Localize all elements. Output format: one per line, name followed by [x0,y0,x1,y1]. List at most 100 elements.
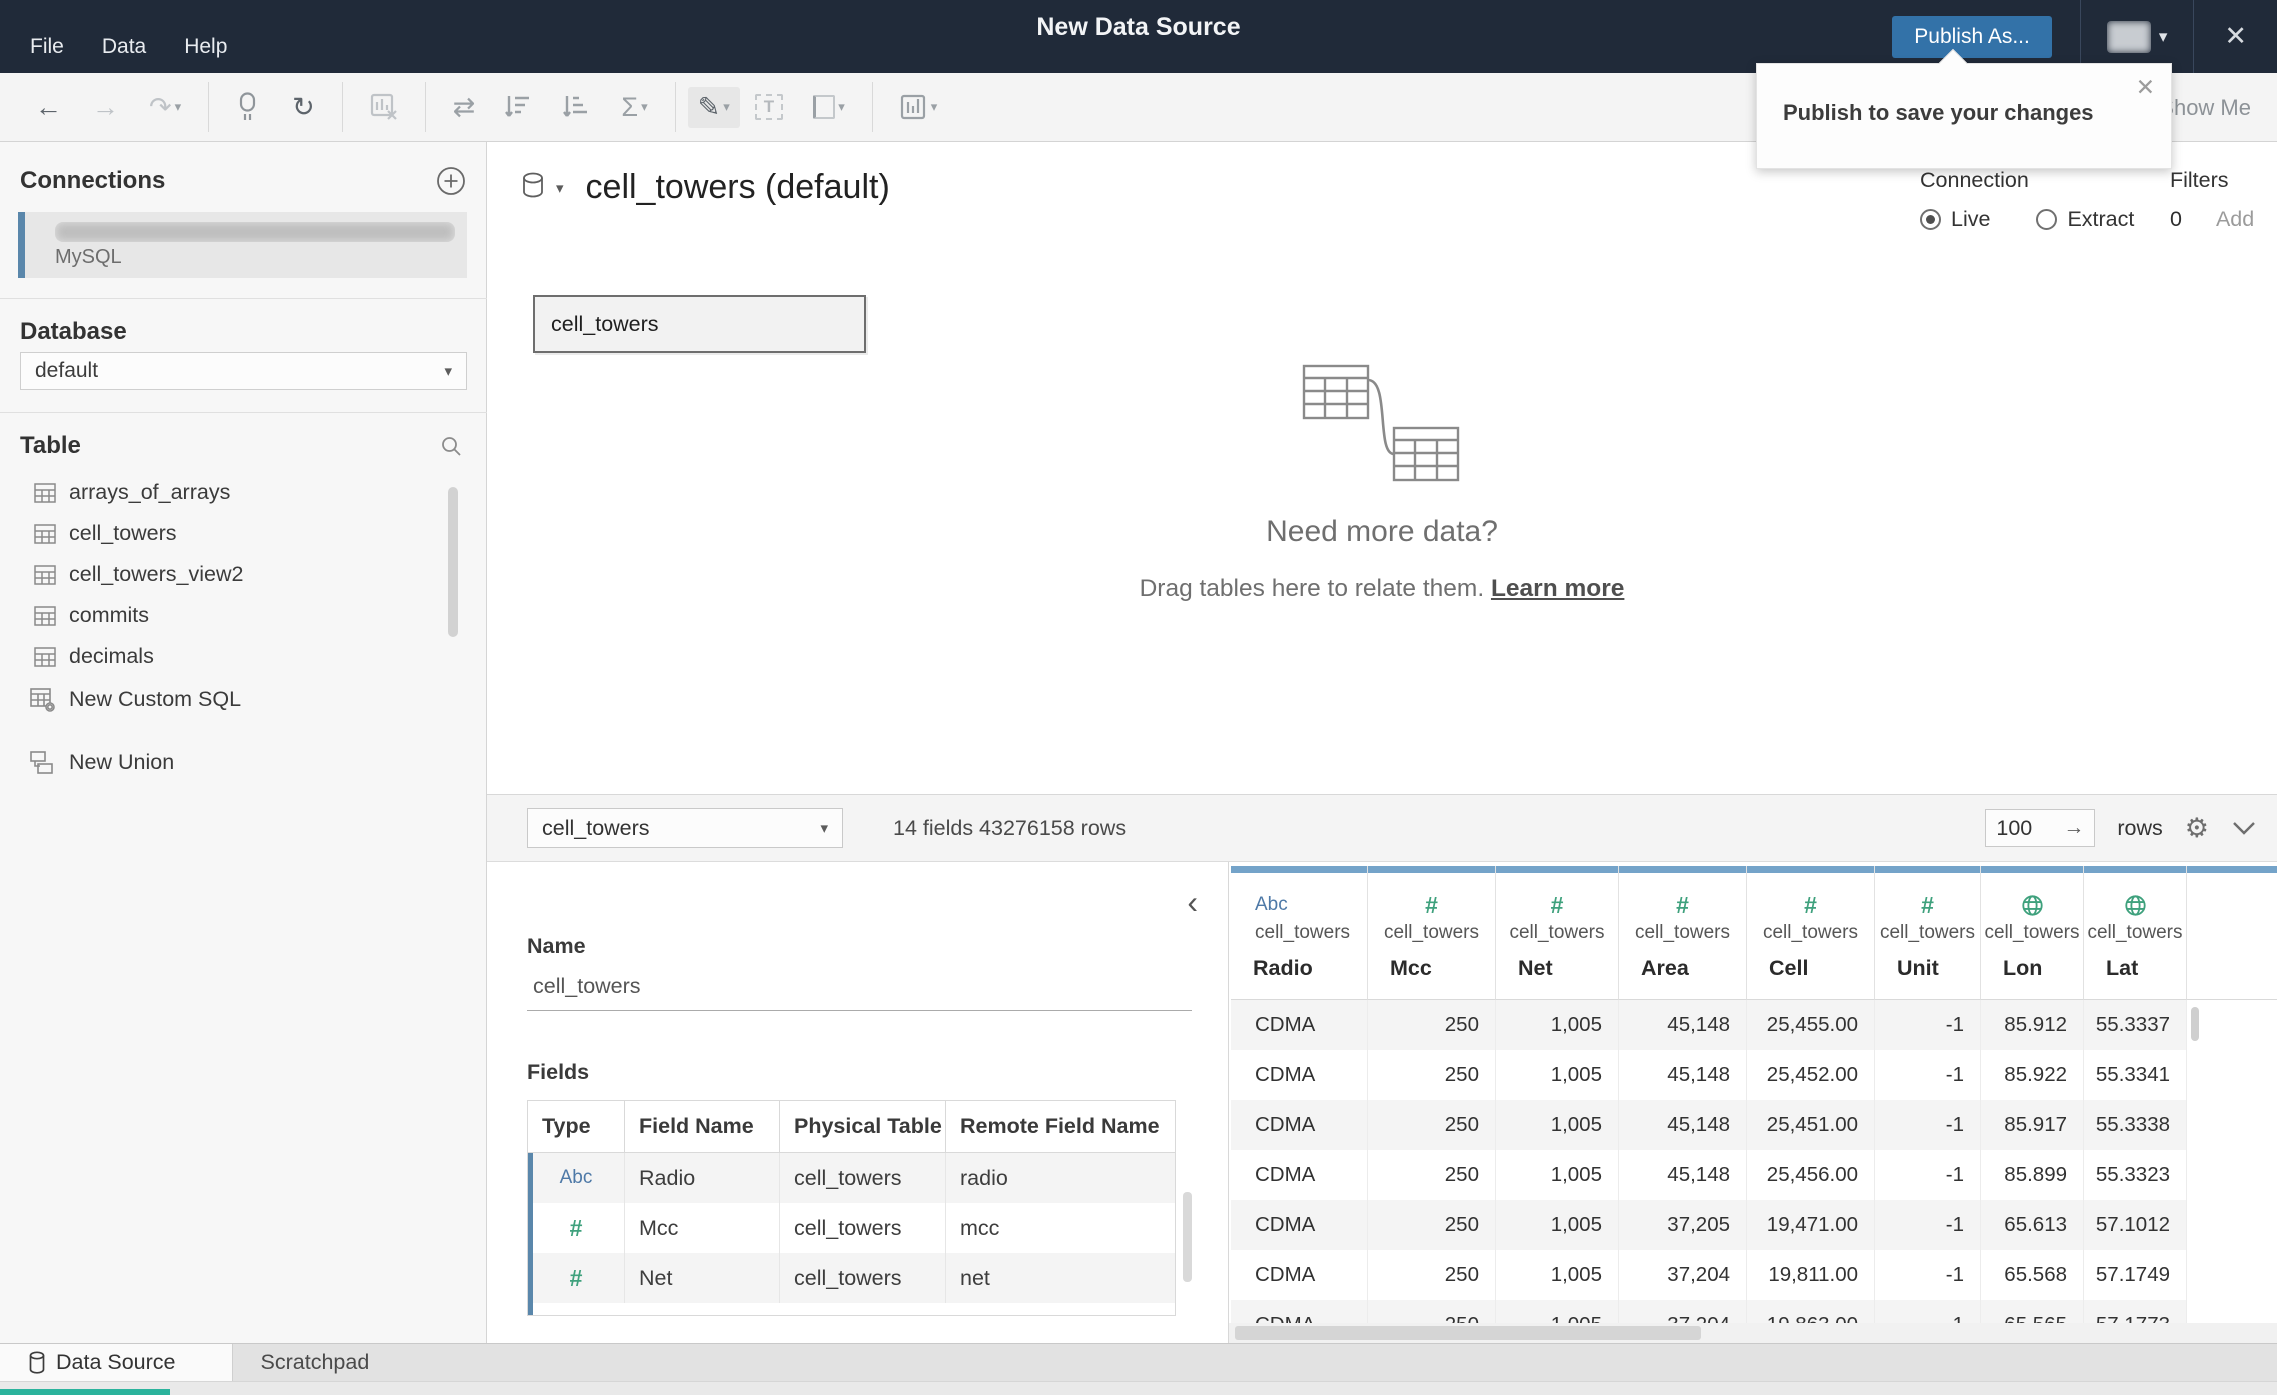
grid-cell: 37,204 [1619,1250,1747,1300]
grid-horizontal-scrollbar[interactable] [1229,1323,2277,1343]
grid-column-header-Area[interactable]: # cell_towers Area [1619,866,1747,1000]
grid-row[interactable]: CDMA 250 1,005 45,148 25,452.00 -1 85.922 55.33… [1231,1050,2187,1100]
number-type-icon: # [1425,891,1438,918]
extract-radio[interactable] [2036,209,2058,230]
chevron-down-icon: ▾ [723,99,730,114]
text-label-icon[interactable]: T [740,94,798,120]
grid-column-header-Net[interactable]: # cell_towers Net [1496,866,1619,1000]
menu-help[interactable]: Help [184,35,227,59]
geographic-type-icon [2021,894,2044,917]
connection-item[interactable]: MySQL [18,212,467,278]
grid-cell: 57.1773 [2084,1300,2187,1323]
grid-horizontal-scrollbar-thumb[interactable] [1235,1326,1701,1340]
grid-row[interactable]: CDMA 250 1,005 45,148 25,456.00 -1 85.899 55.33… [1231,1150,2187,1200]
run-update-icon[interactable]: ↻ [277,92,330,123]
totals-icon[interactable]: Σ ▾ [606,92,662,123]
data-preview-grid: Abc cell_towers Radio # cell_towers Mcc # cell_… [1229,862,2277,1343]
table-node-cell-towers[interactable]: cell_towers [533,295,866,353]
sidebar-scrollbar[interactable] [448,487,458,637]
preview-table-selected: cell_towers [542,815,650,840]
column-accent-bar [1981,866,2083,873]
extract-label[interactable]: Extract [2067,207,2134,232]
grid-column-header-Unit[interactable]: # cell_towers Unit [1875,866,1981,1000]
database-select[interactable]: default ▾ [20,352,467,390]
field-row-Mcc[interactable]: # Mcc cell_towers mcc [528,1203,1175,1253]
grid-vertical-scrollbar[interactable] [2191,1007,2199,1041]
add-connection-icon[interactable] [436,166,466,196]
table-grid-icon [34,523,56,544]
rows-label: rows [2117,815,2163,840]
grid-cell: 1,005 [1496,1100,1619,1150]
column-table-name: cell_towers [1879,922,1976,943]
grid-row[interactable]: CDMA2501,00537,20419,863.00-165.56557.17… [1231,1300,2187,1323]
menu-file[interactable]: File [30,35,64,59]
tab-data-source[interactable]: Data Source [0,1344,233,1381]
collapse-preview-icon[interactable] [2231,820,2257,836]
sort-descending-icon[interactable] [548,94,606,120]
number-type-icon: # [569,1214,583,1241]
grid-column-header-Cell[interactable]: # cell_towers Cell [1747,866,1875,1000]
tab-scratchpad[interactable]: Scratchpad [233,1344,398,1381]
pause-auto-updates-icon[interactable] [221,92,277,122]
clear-sheet-icon[interactable] [355,93,413,121]
new-union-button[interactable]: New Union [0,750,174,775]
field-row-partial [528,1303,1175,1315]
grid-column-header-Lat[interactable]: cell_towers Lat [2084,866,2187,1000]
grid-column-header-Radio[interactable]: Abc cell_towers Radio [1231,866,1368,1000]
grid-row[interactable]: CDMA 250 1,005 45,148 25,451.00 -1 85.917 55.33… [1231,1100,2187,1150]
field-row-Radio[interactable]: Abc Radio cell_towers radio [528,1153,1175,1203]
publish-as-button[interactable]: Publish As... [1892,15,2052,58]
col-type: Type [528,1101,625,1152]
account-menu[interactable]: ▾ [2081,20,2194,53]
custom-sql-icon [30,687,56,712]
live-label[interactable]: Live [1951,207,1990,232]
replay-icon[interactable]: ↷ ▾ [134,92,196,123]
field-row-Net[interactable]: # Net cell_towers net [528,1253,1175,1303]
filters-add-button[interactable]: Add [2216,207,2254,232]
gear-icon[interactable]: ⚙ [2185,813,2209,844]
status-indicator-bar [0,1389,170,1395]
grid-row[interactable]: CDMA 250 1,005 45,148 25,455.00 -1 85.912 55.33… [1231,1000,2187,1050]
table-list-item-arrays_of_arrays[interactable]: arrays_of_arrays [0,472,470,513]
grid-column-header-Mcc[interactable]: # cell_towers Mcc [1368,866,1496,1000]
learn-more-link[interactable]: Learn more [1491,575,1624,602]
window-close-button[interactable]: ✕ [2194,21,2277,52]
menu-data[interactable]: Data [102,35,146,59]
column-table-name: cell_towers [1383,922,1480,943]
toolbar-divider [871,82,873,132]
new-custom-sql-button[interactable]: New Custom SQL [0,687,241,712]
grid-cell: -1 [1875,1150,1981,1200]
grid-row[interactable]: CDMA 250 1,005 37,205 19,471.00 -1 65.613 57.10… [1231,1200,2187,1250]
sort-ascending-icon[interactable] [490,94,548,120]
table-list-item-cell_towers_view2[interactable]: cell_towers_view2 [0,554,470,595]
row-count-input[interactable] [1996,815,2053,841]
show-me-button[interactable]: Show Me [2159,73,2251,142]
redo-icon[interactable]: → [77,92,134,123]
chevron-down-icon: ▾ [838,99,845,114]
table-list-item-cell_towers[interactable]: cell_towers [0,513,470,554]
highlight-icon[interactable]: ✎ ▾ [687,86,740,128]
fields-scrollbar[interactable] [1183,1192,1192,1282]
collapse-panel-icon[interactable]: ‹ [1187,884,1198,921]
apply-row-count-icon[interactable]: → [2063,816,2084,840]
undo-icon[interactable]: ← [20,92,77,123]
datasource-tab-icon [28,1350,46,1375]
name-value[interactable]: cell_towers [533,974,641,999]
cell-borders-icon[interactable]: ▾ [798,95,860,119]
table-list-item-commits[interactable]: commits [0,595,470,636]
grid-cell: CDMA [1231,1250,1368,1300]
grid-header-row: Abc cell_towers Radio # cell_towers Mcc # cell_… [1231,866,2277,1000]
fit-view-icon[interactable]: ▾ [885,94,953,120]
preview-table-select[interactable]: cell_towers ▾ [527,808,843,848]
filters-label: Filters [2170,168,2229,192]
database-icon[interactable] [520,172,546,204]
grid-column-header-Lon[interactable]: cell_towers Lon [1981,866,2084,1000]
union-icon [30,750,56,775]
grid-row[interactable]: CDMA 250 1,005 37,204 19,811.00 -1 65.568 57.17… [1231,1250,2187,1300]
live-radio[interactable] [1920,209,1941,230]
tooltip-close-icon[interactable]: ✕ [2136,74,2155,101]
grid-cell: 55.3338 [2084,1100,2187,1150]
table-list-item-decimals[interactable]: decimals [0,636,470,677]
search-icon[interactable] [440,435,462,457]
swap-rows-columns-icon[interactable]: ⇄ [438,92,491,123]
